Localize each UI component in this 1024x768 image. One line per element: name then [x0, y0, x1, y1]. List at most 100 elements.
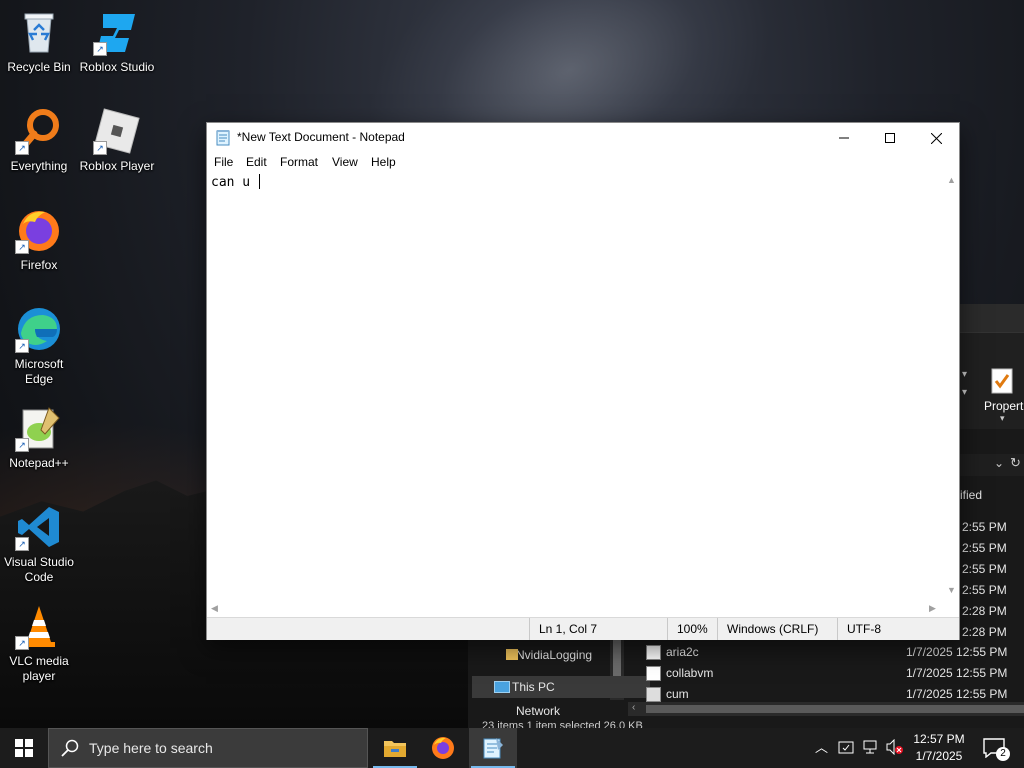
close-icon [930, 132, 942, 145]
cursor-position: Ln 1, Col 7 [529, 618, 667, 640]
nav-item-label: NvidiaLogging [516, 648, 593, 662]
minimize-button[interactable] [821, 123, 867, 153]
batch-file-icon [646, 687, 661, 702]
file-date: 1/7/2025 12:55 PM [906, 687, 1008, 701]
desktop-icon-vlc[interactable]: ↗ VLC media player [1, 602, 77, 684]
nav-item-this-pc[interactable]: This PC [472, 676, 650, 698]
shortcut-arrow-icon: ↗ [93, 141, 107, 155]
horizontal-scrollbar[interactable]: ◀ ▶ [207, 601, 943, 617]
volume-muted-icon[interactable] [886, 728, 904, 768]
refresh-icon[interactable]: ↻ [1010, 455, 1021, 471]
scroll-left-arrow-icon[interactable]: ‹ [632, 702, 635, 713]
security-icon[interactable] [838, 728, 854, 768]
properties-button[interactable]: Propert ▾ [978, 337, 1024, 427]
magnifier-icon: ↗ [15, 107, 63, 155]
menu-view[interactable]: View [332, 155, 358, 169]
taskbar-search-box[interactable]: Type here to search [48, 728, 368, 768]
document-text[interactable]: can u [211, 174, 260, 190]
notepad-plus-plus-icon: ↗ [15, 404, 63, 452]
zoom-level: 100% [667, 618, 717, 640]
file-name: cum [666, 687, 689, 701]
computer-icon [494, 681, 510, 693]
nav-item-nvidialogging[interactable]: NvidiaLogging [472, 644, 650, 666]
file-row[interactable]: cum 1/7/2025 12:55 PM [644, 684, 1024, 704]
maximize-button[interactable] [867, 123, 913, 153]
search-icon [61, 739, 79, 757]
properties-check-icon [991, 368, 1013, 394]
scrollbar-thumb[interactable] [646, 705, 1024, 713]
vertical-scrollbar[interactable]: ▲ ▼ [943, 173, 959, 601]
vlc-cone-icon: ↗ [15, 602, 63, 650]
windows-logo-icon [15, 739, 33, 757]
line-ending: Windows (CRLF) [717, 618, 837, 640]
menu-edit[interactable]: Edit [246, 155, 267, 169]
explorer-hscrollbar[interactable]: ‹ [628, 702, 1024, 716]
explorer-titlebar[interactable] [958, 304, 1024, 332]
shortcut-arrow-icon: ↗ [15, 240, 29, 254]
menu-help[interactable]: Help [371, 155, 396, 169]
desktop-icon-label: Visual Studio Code [4, 555, 74, 584]
nav-item-network[interactable]: Network [472, 698, 650, 716]
start-button[interactable] [0, 728, 48, 768]
explorer-ribbon: ▾ ▾ Propert ▾ [958, 332, 1024, 429]
minimize-icon [839, 137, 849, 139]
action-center-button[interactable]: 2 [980, 728, 1020, 768]
taskbar-firefox[interactable] [419, 728, 467, 768]
file-row[interactable]: collabvm 1/7/2025 12:55 PM [644, 663, 1024, 683]
firefox-icon [432, 737, 454, 759]
explorer-nav-pane: NvidiaLogging This PC Network [468, 640, 650, 716]
chevron-down-icon[interactable]: ⌄ [994, 456, 1004, 470]
taskbar-file-explorer[interactable] [371, 728, 419, 768]
window-title: *New Text Document - Notepad [237, 130, 405, 144]
document-content: can u [211, 175, 258, 190]
notepad-icon [216, 130, 230, 146]
close-button[interactable] [913, 123, 959, 153]
desktop-icon-label: Microsoft Edge [14, 357, 64, 386]
desktop-icon-microsoft-edge[interactable]: ↗ Microsoft Edge [1, 305, 77, 387]
text-editor-area[interactable]: can u [207, 173, 943, 601]
clock-date: 1/7/2025 [915, 749, 963, 763]
file-name: collabvm [666, 666, 714, 680]
desktop-icon-recycle-bin[interactable]: Recycle Bin [1, 8, 77, 75]
desktop-icon-visual-studio-code[interactable]: ↗ Visual Studio Code [1, 503, 77, 585]
folder-icon [384, 741, 406, 757]
scroll-down-arrow-icon[interactable]: ▼ [947, 585, 956, 595]
folder-icon [506, 649, 518, 660]
taskbar-clock[interactable]: 12:57 PM 1/7/2025 [904, 731, 974, 765]
desktop-icon-label: VLC media player [9, 654, 69, 683]
scroll-up-arrow-icon[interactable]: ▲ [947, 175, 956, 185]
file-date: 1/7/2025 12:55 PM [906, 666, 1008, 680]
properties-label: Propert [984, 399, 1024, 413]
shortcut-arrow-icon: ↗ [93, 42, 107, 56]
file-time: 2:28 PM [962, 604, 1007, 618]
menu-file[interactable]: File [214, 155, 233, 169]
show-hidden-icons-chevron-icon[interactable]: ︿ [815, 728, 828, 768]
chevron-down-icon[interactable]: ▾ [962, 369, 967, 380]
desktop-icon-notepad-plus-plus[interactable]: ↗ Notepad++ [1, 404, 77, 471]
shortcut-arrow-icon: ↗ [15, 438, 29, 452]
scroll-right-arrow-icon[interactable]: ▶ [929, 603, 936, 614]
desktop-icon-roblox-player[interactable]: ↗ Roblox Player [79, 107, 155, 174]
shortcut-arrow-icon: ↗ [15, 537, 29, 551]
desktop-icon-roblox-studio[interactable]: ↗ Roblox Studio [79, 8, 155, 75]
vscode-icon: ↗ [15, 503, 63, 551]
scroll-left-arrow-icon[interactable]: ◀ [211, 603, 218, 614]
notification-count-badge: 2 [996, 747, 1010, 761]
taskbar: Type here to search ︿ 12:57 PM 1/7/2025 … [0, 728, 1024, 768]
chevron-down-icon[interactable]: ▾ [962, 387, 967, 398]
notepad-window[interactable]: *New Text Document - Notepad File Edit F… [206, 122, 960, 640]
search-placeholder: Type here to search [89, 740, 213, 756]
menu-format[interactable]: Format [280, 155, 318, 169]
desktop-icon-firefox[interactable]: ↗ Firefox [1, 206, 77, 273]
roblox-player-icon: ↗ [93, 107, 141, 155]
shortcut-arrow-icon: ↗ [15, 636, 29, 650]
notepad-titlebar[interactable]: *New Text Document - Notepad [207, 123, 959, 153]
column-header-date-modified[interactable]: ified [960, 488, 982, 502]
clock-time: 12:57 PM [913, 732, 965, 746]
taskbar-notepad[interactable] [469, 728, 517, 768]
edge-icon: ↗ [15, 305, 63, 353]
network-icon[interactable] [862, 728, 878, 768]
roblox-studio-icon: ↗ [93, 8, 141, 56]
file-row[interactable]: aria2c 1/7/2025 12:55 PM [644, 642, 1024, 662]
desktop-icon-everything[interactable]: ↗ Everything [1, 107, 77, 174]
